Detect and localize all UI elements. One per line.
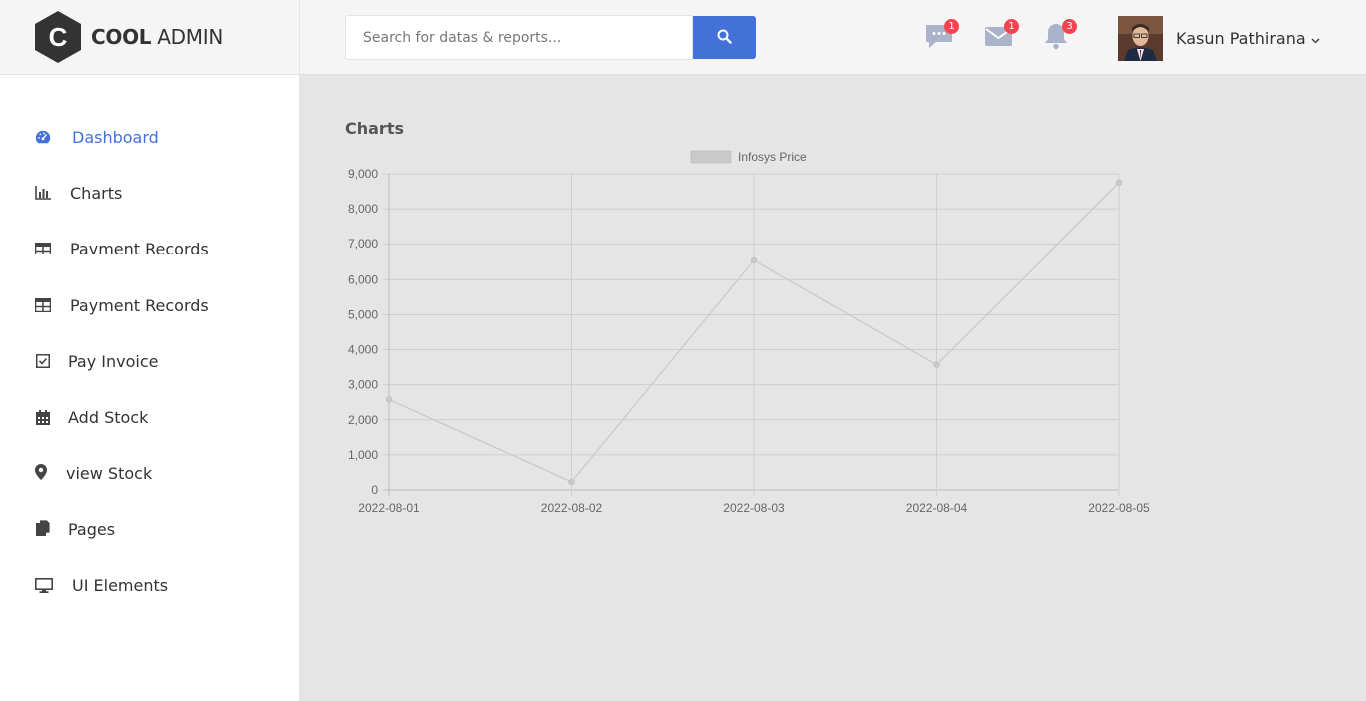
search-input[interactable] — [345, 15, 693, 60]
mail-badge: 1 — [1004, 19, 1019, 34]
page-title: Charts — [345, 119, 404, 138]
y-tick-label: 6,000 — [348, 272, 378, 286]
sidebar-item-pages[interactable]: Pages — [0, 502, 300, 558]
chevron-down-icon — [1311, 29, 1320, 48]
desktop-icon — [35, 577, 53, 593]
sidebar-item-label: Pages — [68, 520, 116, 539]
y-tick-label: 7,000 — [348, 237, 378, 251]
y-tick-label: 4,000 — [348, 343, 378, 357]
y-tick-label: 0 — [371, 483, 378, 497]
chart-x-ticks: 2022-08-01 2022-08-02 2022-08-03 2022-08-04… — [358, 501, 1150, 515]
calendar-icon — [35, 409, 51, 425]
user-name: Kasun Pathirana — [1176, 28, 1306, 48]
sidebar-item-label: view Stock — [66, 464, 153, 483]
y-tick-label: 2,000 — [348, 413, 378, 427]
x-tick-label: 2022-08-02 — [541, 501, 603, 515]
data-point — [750, 256, 758, 264]
brand-light: ADMIN — [157, 25, 223, 49]
bell-icon — [1042, 24, 1070, 54]
sidebar-item-pay-invoice[interactable]: Pay Invoice — [0, 334, 300, 390]
chat-badge: 1 — [944, 19, 959, 34]
legend-label: Infosys Price — [738, 150, 807, 164]
mail-icon — [984, 27, 1014, 54]
y-tick-label: 8,000 — [348, 202, 378, 216]
mail-notifications[interactable]: 1 — [984, 19, 1019, 54]
data-point — [568, 478, 575, 486]
bell-badge: 3 — [1062, 19, 1077, 34]
logo-letter: C — [49, 22, 68, 52]
sidebar-item-label: Payment Records — [70, 296, 209, 315]
sidebar-item-add-stock[interactable]: Add Stock — [0, 390, 300, 446]
x-tick-label: 2022-08-01 — [358, 501, 420, 515]
chart-y-ticks: 0 1,000 2,000 3,000 4,000 5,000 6,000 7,000 8,00… — [348, 167, 378, 497]
y-tick-label: 9,000 — [348, 167, 378, 181]
table-icon — [35, 242, 51, 254]
search-button[interactable] — [693, 16, 756, 59]
sidebar-item-label: Payment Records — [70, 240, 209, 254]
brand-bold: COOL — [91, 25, 152, 49]
sidebar-item-view-stock[interactable]: view Stock — [0, 446, 300, 502]
sidebar-item-label: Charts — [70, 184, 123, 203]
y-tick-label: 5,000 — [348, 307, 378, 321]
sidebar-item-label: Pay Invoice — [68, 352, 159, 371]
sidebar-item-label: UI Elements — [72, 576, 169, 595]
top-header: 1 1 3 Kasun Pathirana — [300, 0, 1366, 75]
x-tick-label: 2022-08-05 — [1088, 501, 1150, 515]
dashboard-icon — [35, 129, 51, 145]
sidebar-item-charts[interactable]: Charts — [0, 166, 300, 222]
y-tick-label: 3,000 — [348, 378, 378, 392]
y-tick-label: 1,000 — [348, 448, 378, 462]
chart-legend: Infosys Price — [690, 150, 807, 164]
search-icon — [717, 29, 732, 47]
copy-icon — [35, 520, 51, 536]
map-marker-icon — [33, 464, 49, 480]
data-point — [1115, 179, 1123, 187]
bell-notifications[interactable]: 3 — [1042, 19, 1077, 54]
sidebar-item-dashboard[interactable]: Dashboard — [0, 110, 300, 166]
data-point — [385, 396, 393, 403]
sidebar: C COOL ADMIN Dashboard Charts Payment Re… — [0, 0, 300, 701]
x-tick-label: 2022-08-04 — [906, 501, 968, 515]
chat-notifications[interactable]: 1 — [924, 19, 959, 54]
sidebar-item-label: Dashboard — [72, 128, 159, 147]
brand-name: COOL ADMIN — [91, 25, 223, 49]
chart-grid — [383, 173, 1120, 496]
table-icon — [35, 297, 51, 313]
logo[interactable]: C COOL ADMIN — [0, 0, 299, 75]
line-chart: 0 1,000 2,000 3,000 4,000 5,000 6,000 7,000 8,00… — [348, 150, 1150, 515]
sidebar-item-payment-records[interactable]: Payment Records — [0, 278, 300, 334]
x-tick-label: 2022-08-03 — [723, 501, 785, 515]
user-menu[interactable]: Kasun Pathirana — [1118, 15, 1320, 61]
data-point — [933, 361, 940, 368]
sidebar-item-label: Add Stock — [68, 408, 149, 427]
bar-chart-icon — [35, 185, 51, 201]
sidebar-item-ui-elements[interactable]: UI Elements — [0, 558, 300, 614]
sidebar-item-payment-records-clipped[interactable]: Payment Records — [0, 240, 300, 254]
legend-swatch — [690, 150, 732, 164]
logo-hex-icon: C — [35, 11, 81, 63]
chat-icon — [924, 25, 954, 54]
avatar — [1118, 15, 1163, 61]
checkbox-icon — [35, 353, 51, 369]
